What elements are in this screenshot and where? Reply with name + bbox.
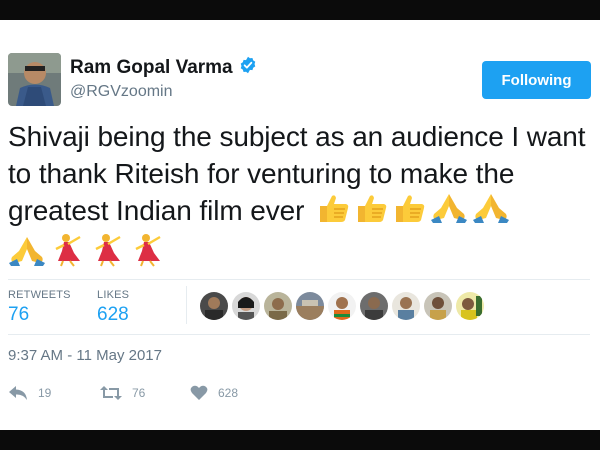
thumbs-up-emoji-icon bbox=[354, 192, 388, 233]
retweets-count: 76 bbox=[8, 304, 30, 325]
reply-action[interactable]: 19 bbox=[8, 385, 100, 401]
liker-avatars bbox=[200, 292, 484, 320]
user-display-name[interactable]: Ram Gopal Varma bbox=[70, 57, 233, 79]
liker-avatar[interactable] bbox=[360, 292, 388, 320]
tweet-actions: 19 76 628 bbox=[8, 385, 238, 401]
stats-separator bbox=[186, 286, 187, 324]
divider-bottom bbox=[8, 334, 590, 335]
folded-hands-emoji-icon bbox=[8, 235, 46, 276]
folded-hands-emoji-icon bbox=[430, 192, 468, 233]
retweet-action[interactable]: 76 bbox=[100, 385, 190, 401]
tweet-text-container: Shivaji being the subject as an audience… bbox=[8, 118, 598, 276]
emoji-second-row bbox=[8, 233, 598, 276]
divider-top bbox=[8, 279, 590, 280]
reply-icon bbox=[8, 385, 28, 401]
thumbs-up-emoji-icon bbox=[316, 192, 350, 233]
user-name-row: Ram Gopal Varma bbox=[70, 56, 257, 79]
likes-count: 628 bbox=[97, 304, 129, 325]
like-action[interactable]: 628 bbox=[190, 385, 238, 401]
user-handle[interactable]: @RGVzoomin bbox=[70, 83, 173, 101]
liker-avatar[interactable] bbox=[232, 292, 260, 320]
verified-badge-icon bbox=[239, 56, 257, 79]
dancer-emoji-icon bbox=[90, 233, 126, 276]
retweets-label: RETWEETS bbox=[8, 289, 71, 301]
liker-avatar[interactable] bbox=[296, 292, 324, 320]
likes-stat[interactable]: LIKES 628 bbox=[97, 289, 129, 326]
liker-avatar[interactable] bbox=[456, 292, 484, 320]
top-black-bar bbox=[0, 0, 600, 20]
bottom-black-bar bbox=[0, 430, 600, 450]
thumbs-up-emoji-icon bbox=[392, 192, 426, 233]
dancer-emoji-icon bbox=[130, 233, 166, 276]
retweets-stat[interactable]: RETWEETS 76 bbox=[8, 289, 71, 326]
likes-label: LIKES bbox=[97, 289, 130, 301]
dancer-emoji-icon bbox=[50, 233, 86, 276]
retweet-icon bbox=[100, 385, 122, 401]
retweet-count: 76 bbox=[132, 386, 146, 400]
liker-avatar[interactable] bbox=[200, 292, 228, 320]
following-button[interactable]: Following bbox=[482, 61, 591, 99]
reply-count: 19 bbox=[38, 386, 52, 400]
profile-avatar[interactable] bbox=[8, 53, 61, 106]
liker-avatar[interactable] bbox=[424, 292, 452, 320]
like-count: 628 bbox=[218, 386, 239, 400]
liker-avatar[interactable] bbox=[328, 292, 356, 320]
heart-icon bbox=[190, 385, 208, 401]
liker-avatar[interactable] bbox=[264, 292, 292, 320]
tweet-timestamp[interactable]: 9:37 AM - 11 May 2017 bbox=[8, 347, 162, 364]
liker-avatar[interactable] bbox=[392, 292, 420, 320]
folded-hands-emoji-icon bbox=[472, 192, 510, 233]
